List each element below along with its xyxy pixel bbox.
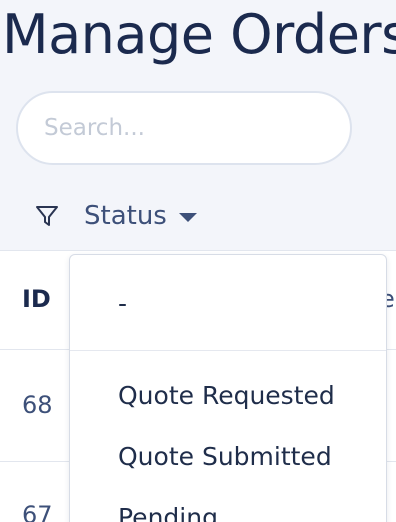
status-option-quote-requested[interactable]: Quote Requested [118,381,335,410]
status-filter-button[interactable]: Status [84,201,197,231]
table-row-id[interactable]: 67 [22,501,53,522]
status-filter: Status [34,194,197,238]
search-input[interactable] [16,91,352,165]
filter-icon [34,201,62,231]
column-header-id[interactable]: ID [22,285,51,313]
manage-orders-page: Manage Orders Status ID e 68 i 67 - Quot… [0,0,396,522]
status-option-none[interactable]: - [118,289,127,318]
status-dropdown-menu: - Quote Requested Quote Submitted Pendin… [69,254,387,522]
table-row-id[interactable]: 68 [22,391,53,419]
dropdown-divider [70,350,386,351]
status-option-pending[interactable]: Pending [118,503,218,522]
page-title: Manage Orders [2,3,396,66]
caret-down-icon [178,212,197,222]
status-filter-label: Status [84,201,167,231]
status-option-quote-submitted[interactable]: Quote Submitted [118,442,332,471]
